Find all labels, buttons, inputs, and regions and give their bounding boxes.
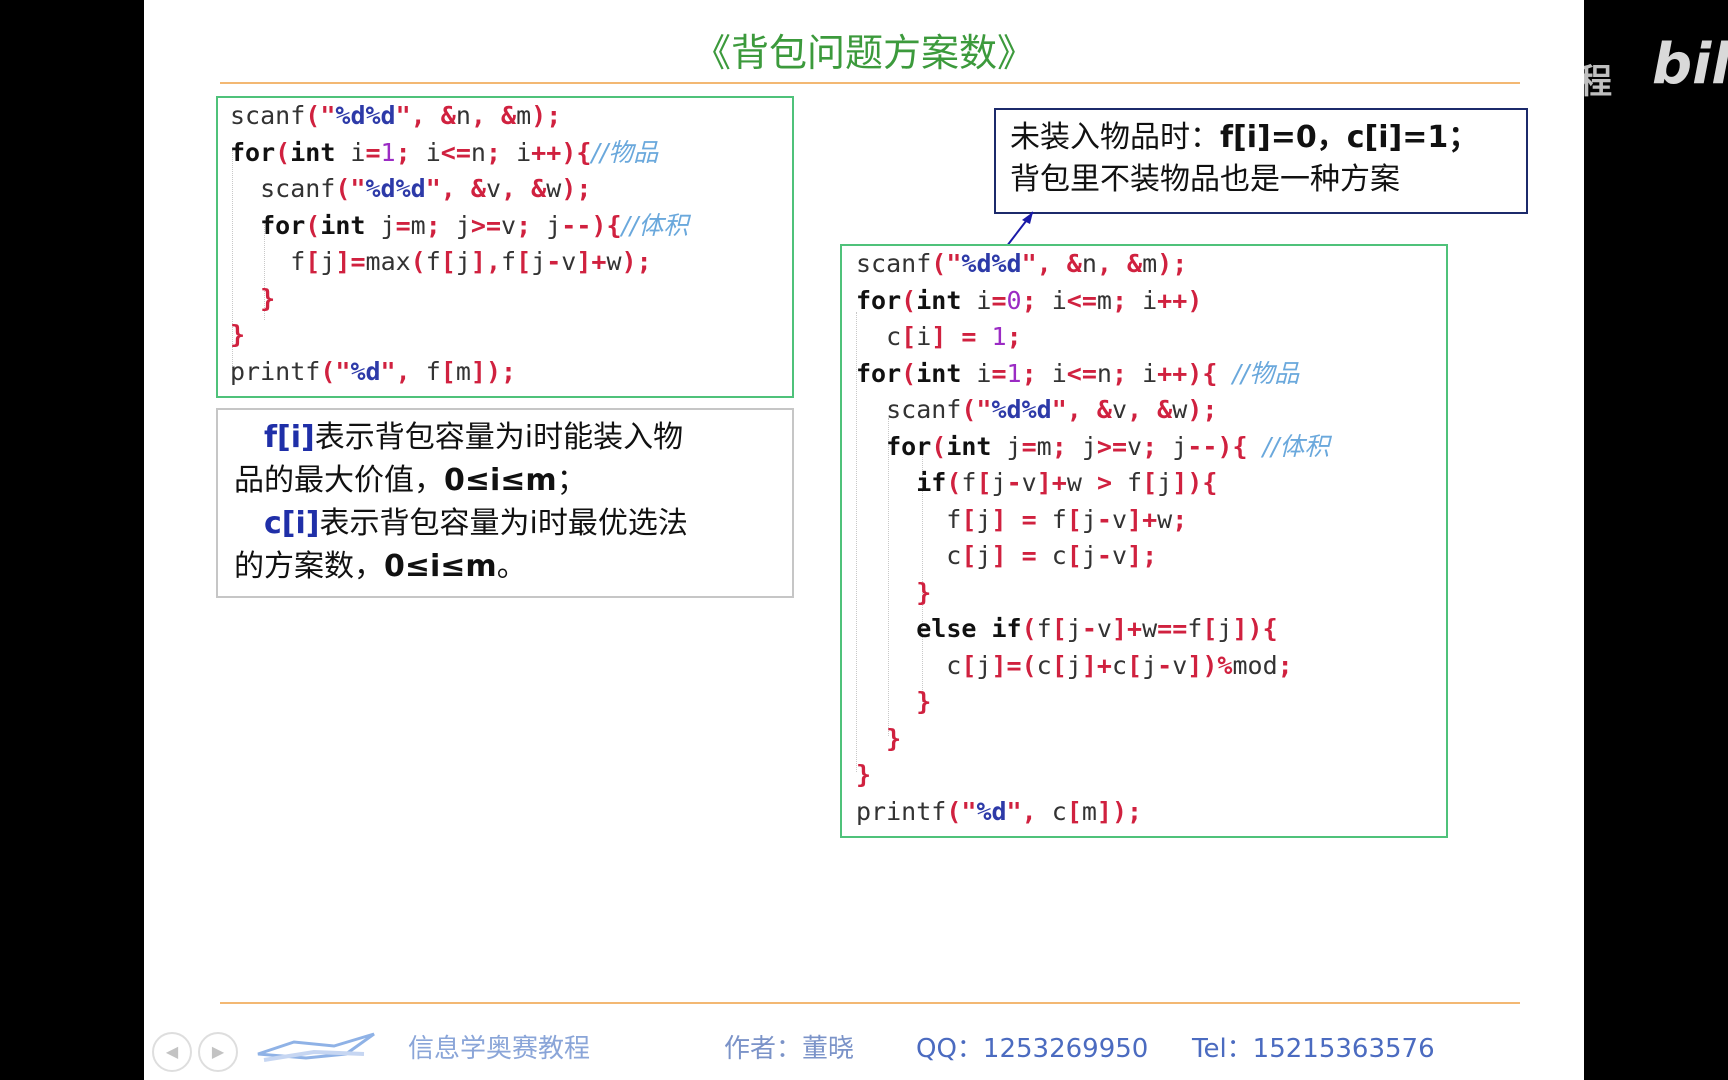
code-line: for(int i=0; i<=m; i++) (856, 285, 1203, 315)
code-line: scanf("%d%d", &v, &w); (856, 395, 1218, 424)
code-line: } (916, 577, 932, 607)
code-line: } (886, 723, 902, 753)
footer-tel: Tel：15215363576 (1192, 1034, 1435, 1064)
watermark-text: 编程 (1544, 62, 1612, 102)
footer-course: 信息学奥赛教程 (408, 1034, 591, 1064)
code-line: c[j]=(c[j]+c[j-v])%mod; (856, 650, 1293, 680)
code-block-right: scanf("%d%d", &n, &m); for(int i=0; i<=m;… (856, 246, 1329, 830)
code-line: c[i] = 1; (856, 322, 1022, 351)
slide: 《背包问题方案数》 scanf("%d%d", &n, &m); for(int … (144, 0, 1584, 1080)
code-line: f[j] = f[j-v]+w; (856, 504, 1188, 534)
footer-divider (220, 1002, 1520, 1004)
course-logo (257, 1032, 375, 1062)
code-line: if(f[j-v]+w > f[j]){ (916, 468, 1218, 497)
bilibili-logo-icon: bili (1652, 32, 1728, 97)
prev-slide-icon[interactable]: ◀ (152, 1032, 192, 1072)
code-line: } (916, 687, 932, 716)
code-box-count: scanf("%d%d", &n, &m); for(int i=0; i<=m;… (840, 244, 1448, 838)
footer-author: 作者：董晓 (724, 1034, 855, 1064)
footer-qq: QQ：1253269950 (916, 1034, 1149, 1064)
play-icon[interactable]: ▶ (198, 1032, 238, 1072)
code-line: scanf("%d%d", &n, &m); (856, 249, 1188, 278)
code-line: } (856, 760, 872, 789)
code-line: printf("%d", c[m]); (856, 796, 1143, 826)
code-line: c[j] = c[j-v]; (856, 541, 1158, 570)
code-line: for(int i=1; i<=n; i++){ //物品 (856, 358, 1300, 388)
code-line: for(int j=m; j>=v; j--){ //体积 (886, 431, 1330, 461)
code-line: else if(f[j-v]+w==f[j]){ (916, 614, 1278, 643)
